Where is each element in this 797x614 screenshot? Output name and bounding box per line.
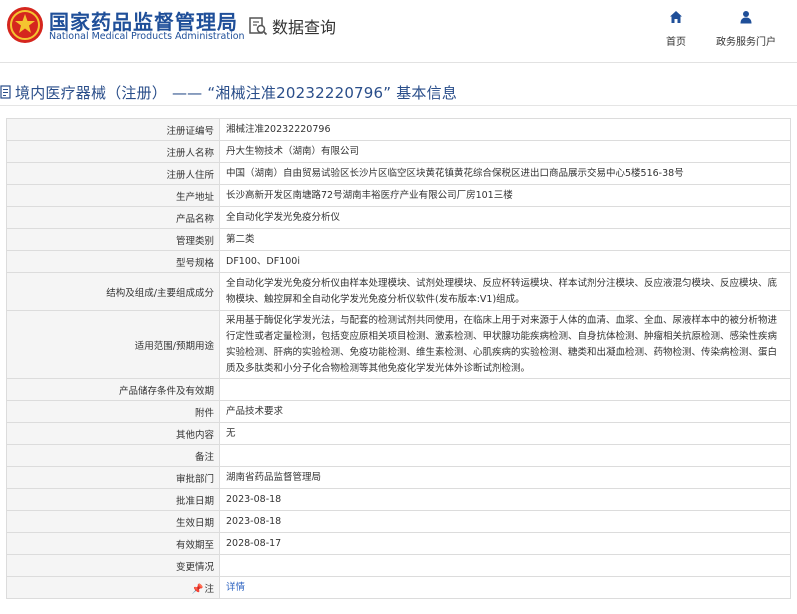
registration-info-table: 注册证编号 湘械注准20232220796 注册人名称 丹大生物技术（湖南）有限… — [6, 118, 791, 599]
field-value: 2023-08-18 — [219, 488, 791, 511]
table-row: 其他内容 无 — [6, 422, 791, 445]
document-search-icon — [249, 17, 268, 36]
field-label: 其他内容 — [6, 422, 220, 445]
field-label: 结构及组成/主要组成成分 — [6, 272, 220, 311]
field-value: 采用基于酶促化学发光法，与配套的检测试剂共同使用，在临床上用于对来源于人体的血清… — [219, 310, 791, 379]
table-row: 管理类别 第二类 — [6, 228, 791, 251]
brand-name-en: National Medical Products Administration — [49, 31, 245, 42]
nav-home-label: 首页 — [666, 37, 686, 48]
field-value — [219, 444, 791, 467]
table-row: 结构及组成/主要组成成分 全自动化学发光免疫分析仪由样本处理模块、试剂处理模块、… — [6, 272, 791, 311]
field-label: 产品储存条件及有效期 — [6, 378, 220, 401]
document-icon — [0, 85, 11, 99]
field-value — [219, 554, 791, 577]
field-label: 有效期至 — [6, 532, 220, 555]
field-value: 湘械注准20232220796 — [219, 118, 791, 141]
table-row: 注册证编号 湘械注准20232220796 — [6, 118, 791, 141]
field-label: 生产地址 — [6, 184, 220, 207]
table-row: 变更情况 — [6, 554, 791, 577]
site-header: 国家药品监督管理局 National Medical Products Admi… — [0, 0, 797, 63]
field-value: 全自动化学发光免疫分析仪 — [219, 206, 791, 229]
table-row: 备注 — [6, 444, 791, 467]
field-label: 生效日期 — [6, 510, 220, 533]
field-value: 2023-08-18 — [219, 510, 791, 533]
nav-service-portal[interactable]: 政务服务门户 — [707, 10, 785, 48]
field-value: 丹大生物技术（湖南）有限公司 — [219, 140, 791, 163]
field-value: 第二类 — [219, 228, 791, 251]
table-row: 批准日期 2023-08-18 — [6, 488, 791, 511]
field-label: 型号规格 — [6, 250, 220, 273]
user-icon — [740, 11, 752, 24]
field-label: 管理类别 — [6, 228, 220, 251]
field-label: 注册证编号 — [6, 118, 220, 141]
field-label: 产品名称 — [6, 206, 220, 229]
table-row: 型号规格 DF100、DF100i — [6, 250, 791, 273]
field-label: 适用范围/预期用途 — [6, 310, 220, 379]
field-value: 湖南省药品监督管理局 — [219, 466, 791, 489]
field-value — [219, 378, 791, 401]
table-row: 生产地址 长沙高新开发区南塘路72号湖南丰裕医疗产业有限公司厂房101三楼 — [6, 184, 791, 207]
data-query-link[interactable]: 数据查询 — [248, 14, 336, 38]
table-row: 注册人名称 丹大生物技术（湖南）有限公司 — [6, 140, 791, 163]
field-label: 备注 — [6, 444, 220, 467]
field-value: 2028-08-17 — [219, 532, 791, 555]
field-value: 全自动化学发光免疫分析仪由样本处理模块、试剂处理模块、反应杯转运模块、样本试剂分… — [219, 272, 791, 311]
table-row: 产品储存条件及有效期 — [6, 378, 791, 401]
emblem-logo-icon — [7, 7, 43, 43]
field-label: 附件 — [6, 400, 220, 423]
field-label: 注册人住所 — [6, 162, 220, 185]
table-row: 有效期至 2028-08-17 — [6, 532, 791, 555]
field-label: 注 — [204, 583, 214, 595]
home-icon — [670, 11, 682, 23]
field-label: 注册人名称 — [6, 140, 220, 163]
field-value: 中国（湖南）自由贸易试验区长沙片区临空区块黄花镇黄花综合保税区进出口商品展示交易… — [219, 162, 791, 185]
table-row: 审批部门 湖南省药品监督管理局 — [6, 466, 791, 489]
field-value: 产品技术要求 — [219, 400, 791, 423]
table-row: 注册人住所 中国（湖南）自由贸易试验区长沙片区临空区块黄花镇黄花综合保税区进出口… — [6, 162, 791, 185]
nav-home[interactable]: 首页 — [651, 10, 701, 48]
pin-icon: 📌 — [191, 583, 204, 595]
details-link[interactable]: 详情 — [226, 582, 245, 593]
page-title: 境内医疗器械（注册） —— “湘械注准20232220796” 基本信息 — [15, 83, 458, 102]
field-label: 批准日期 — [6, 488, 220, 511]
table-row: 生效日期 2023-08-18 — [6, 510, 791, 533]
field-value: DF100、DF100i — [219, 250, 791, 273]
table-row: 适用范围/预期用途 采用基于酶促化学发光法，与配套的检测试剂共同使用，在临床上用… — [6, 310, 791, 379]
field-value: 详情 — [219, 576, 791, 599]
table-row: 产品名称 全自动化学发光免疫分析仪 — [6, 206, 791, 229]
table-row: 📌注 详情 — [6, 576, 791, 599]
page-title-bar: 境内医疗器械（注册） —— “湘械注准20232220796” 基本信息 — [0, 79, 797, 106]
field-value: 长沙高新开发区南塘路72号湖南丰裕医疗产业有限公司厂房101三楼 — [219, 184, 791, 207]
nav-service-portal-label: 政务服务门户 — [716, 37, 776, 48]
table-row: 附件 产品技术要求 — [6, 400, 791, 423]
data-query-label: 数据查询 — [272, 18, 337, 37]
note-label-cell: 📌注 — [6, 576, 220, 599]
field-label: 审批部门 — [6, 466, 220, 489]
field-label: 变更情况 — [6, 554, 220, 577]
field-value: 无 — [219, 422, 791, 445]
